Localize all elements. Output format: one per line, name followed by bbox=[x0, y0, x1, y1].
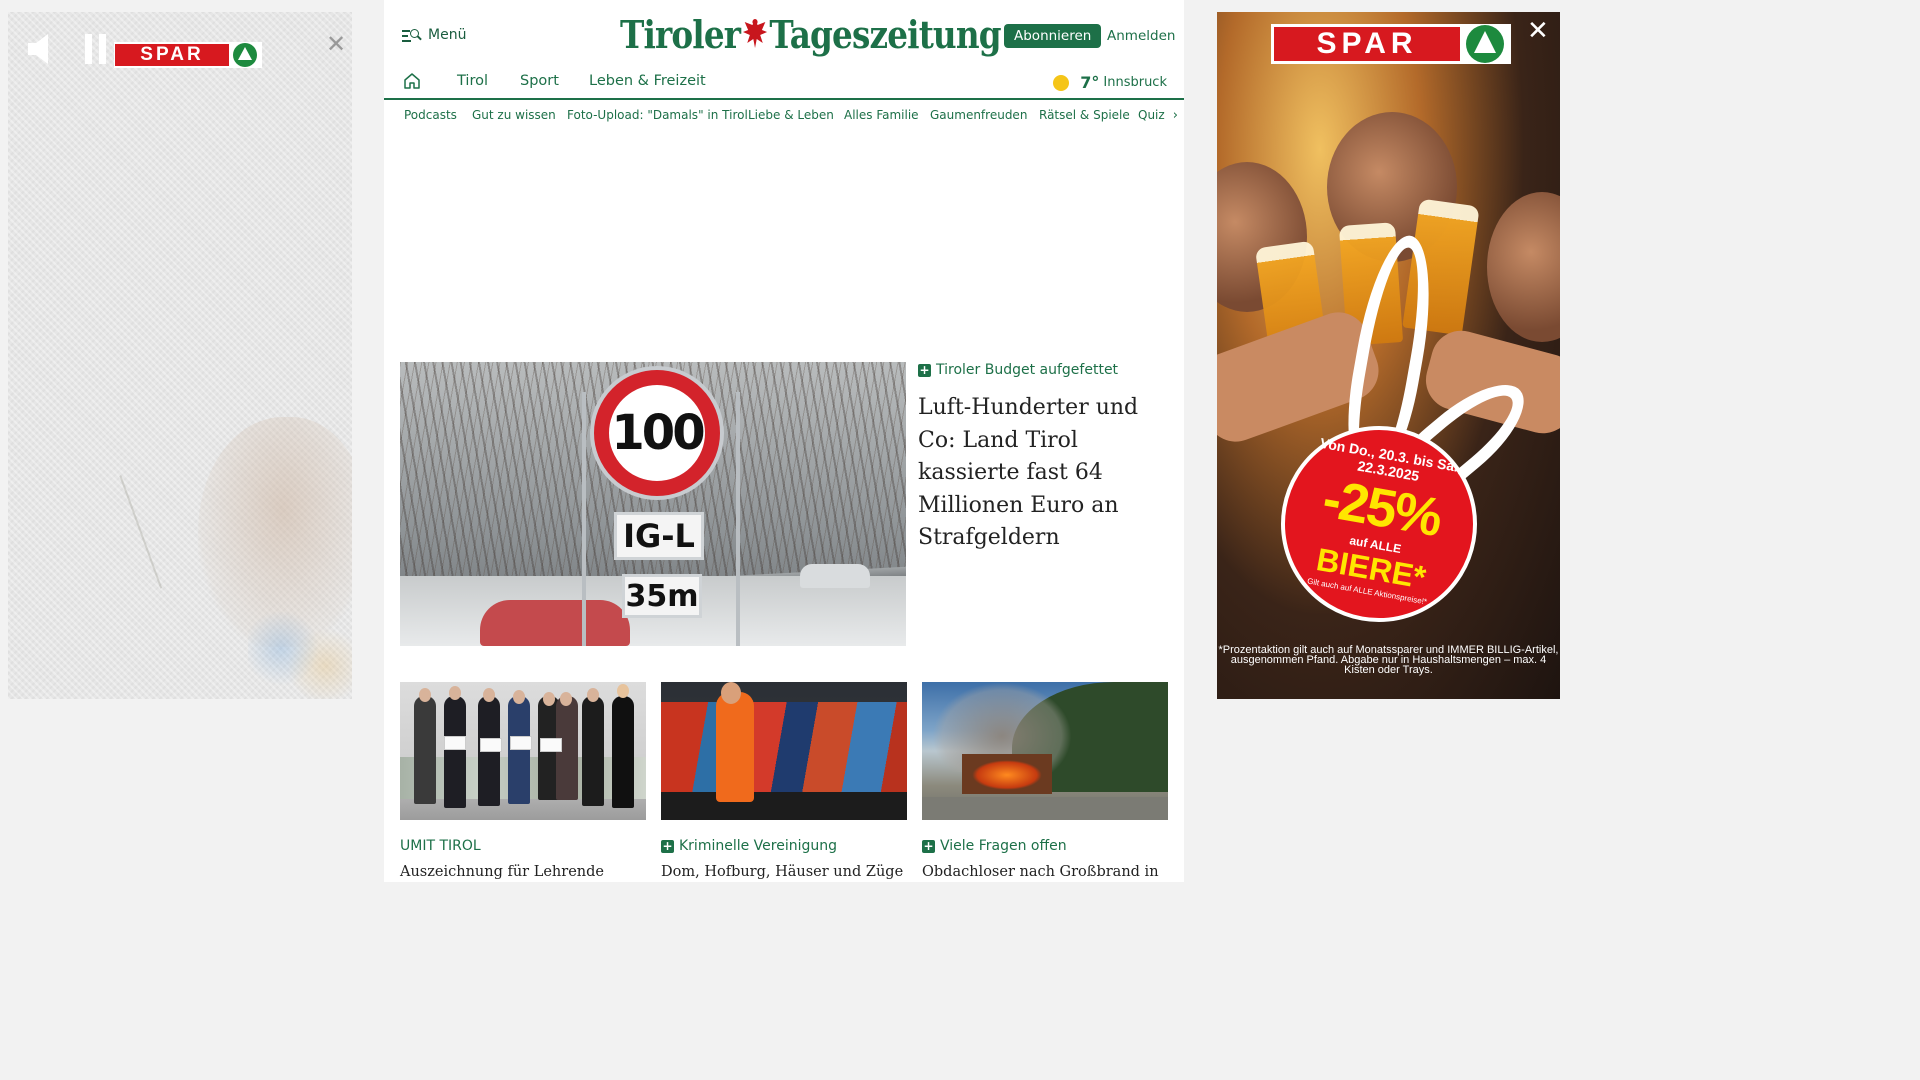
speed-limit-sign: 100 bbox=[594, 370, 720, 496]
lead-article-image[interactable]: 100 IG-L 35m bbox=[400, 362, 906, 646]
weather-city: Innsbruck bbox=[1103, 75, 1167, 90]
spar-logo: SPAR bbox=[114, 42, 262, 68]
nav-item-leben-freizeit[interactable]: Leben & Freizeit bbox=[589, 73, 706, 89]
right-skyscraper-ad[interactable]: SPAR ✕ Von Do., 20.3. bis Sa., 22.3.2025… bbox=[1217, 12, 1560, 699]
nav-item-tirol[interactable]: Tirol bbox=[457, 73, 488, 89]
premium-plus-icon: + bbox=[918, 362, 931, 377]
subnav-item-liebe-leben[interactable]: Liebe & Leben bbox=[748, 108, 834, 122]
article-card-image[interactable] bbox=[922, 682, 1168, 820]
article-card-title[interactable]: Auszeichnung für Lehrende bbox=[400, 864, 646, 880]
subnav-item-foto-upload[interactable]: Foto-Upload: "Damals" in Tirol bbox=[567, 108, 748, 122]
article-card[interactable]: + Viele Fragen offen Obdachloser nach Gr… bbox=[922, 682, 1168, 880]
spar-logo: SPAR bbox=[1271, 24, 1511, 64]
subnav-item-gaumenfreuden[interactable]: Gaumenfreuden bbox=[930, 108, 1027, 122]
left-skyscraper-ad[interactable]: SPAR ✕ bbox=[8, 12, 352, 699]
chevron-right-icon[interactable]: › bbox=[1173, 108, 1178, 123]
sun-icon bbox=[1053, 74, 1070, 91]
lead-kicker-label: Tiroler Budget aufgefettet bbox=[936, 362, 1119, 378]
menu-label: Menü bbox=[428, 27, 467, 43]
menu-button[interactable]: Menü bbox=[402, 27, 466, 43]
article-card[interactable]: UMIT TIROL Auszeichnung für Lehrende bbox=[400, 682, 646, 880]
main-page: Menü Tiroler Tageszeitung Abonnieren Anm… bbox=[384, 0, 1184, 882]
article-card-title[interactable]: Dom, Hofburg, Häuser und Züge bbox=[661, 864, 907, 880]
weather-widget[interactable]: 7° Innsbruck bbox=[1053, 73, 1167, 92]
article-card-kicker[interactable]: UMIT TIROL bbox=[400, 838, 646, 854]
lead-article-text: + Tiroler Budget aufgefettet Luft-Hunder… bbox=[918, 362, 1168, 555]
primary-navigation: Tirol Sport Leben & Freizeit 7° Innsbruc… bbox=[384, 64, 1184, 100]
subnav-item-gut-zu-wissen[interactable]: Gut zu wissen bbox=[472, 108, 556, 122]
logo-text-right: Tageszeitung bbox=[769, 11, 1001, 57]
subscribe-button[interactable]: Abonnieren bbox=[1004, 24, 1102, 48]
spar-tree-icon bbox=[233, 43, 257, 67]
logo-text-left: Tiroler bbox=[620, 11, 741, 57]
tyrolean-eagle-icon bbox=[742, 16, 768, 52]
nav-item-sport[interactable]: Sport bbox=[520, 73, 559, 89]
menu-search-icon bbox=[402, 27, 422, 43]
lead-article-title[interactable]: Luft-Hunderter und Co: Land Tirol kassie… bbox=[918, 392, 1168, 555]
article-card-title[interactable]: Obdachloser nach Großbrand in bbox=[922, 864, 1168, 880]
ad-placeholder bbox=[384, 130, 1184, 346]
close-icon[interactable]: ✕ bbox=[1527, 16, 1549, 46]
pause-icon[interactable] bbox=[84, 34, 108, 64]
article-card[interactable]: + Kriminelle Vereinigung Dom, Hofburg, H… bbox=[661, 682, 907, 880]
secondary-navigation: Podcasts Gut zu wissen Foto-Upload: "Dam… bbox=[384, 108, 1184, 126]
article-card-kicker[interactable]: + Viele Fragen offen bbox=[922, 838, 1168, 854]
close-icon[interactable]: ✕ bbox=[326, 30, 346, 58]
sign-plate-igl: IG-L bbox=[614, 512, 704, 560]
article-card-kicker[interactable]: + Kriminelle Vereinigung bbox=[661, 838, 907, 854]
subnav-item-raetsel-spiele[interactable]: Rätsel & Spiele bbox=[1039, 108, 1130, 122]
subnav-item-alles-familie[interactable]: Alles Familie bbox=[844, 108, 919, 122]
article-card-kicker-label: Kriminelle Vereinigung bbox=[679, 838, 838, 854]
weather-temperature: 7° bbox=[1080, 73, 1100, 92]
article-card-image[interactable] bbox=[400, 682, 646, 820]
ad-background-flowers bbox=[248, 612, 352, 699]
site-logo[interactable]: Tiroler Tageszeitung bbox=[620, 8, 1002, 60]
subnav-item-podcasts[interactable]: Podcasts bbox=[404, 108, 457, 122]
article-card-image[interactable] bbox=[661, 682, 907, 820]
premium-plus-icon: + bbox=[922, 838, 935, 853]
sign-plate-distance: 35m bbox=[622, 574, 702, 618]
premium-plus-icon: + bbox=[661, 838, 674, 853]
spar-tree-icon bbox=[1466, 25, 1504, 63]
login-link[interactable]: Anmelden bbox=[1107, 28, 1175, 44]
spar-logo-text: SPAR bbox=[115, 44, 229, 66]
lead-article-kicker[interactable]: + Tiroler Budget aufgefettet bbox=[918, 362, 1168, 378]
ad-disclaimer: *Prozentaktion gilt auch auf Monatsspare… bbox=[1218, 644, 1559, 676]
spar-logo-text: SPAR bbox=[1274, 27, 1460, 61]
site-header: Menü Tiroler Tageszeitung Abonnieren Anm… bbox=[384, 0, 1184, 64]
mute-icon[interactable] bbox=[26, 32, 58, 66]
article-card-kicker-label: Viele Fragen offen bbox=[940, 838, 1067, 854]
subnav-item-quiz[interactable]: Quiz bbox=[1138, 108, 1165, 122]
home-icon[interactable] bbox=[403, 72, 421, 90]
